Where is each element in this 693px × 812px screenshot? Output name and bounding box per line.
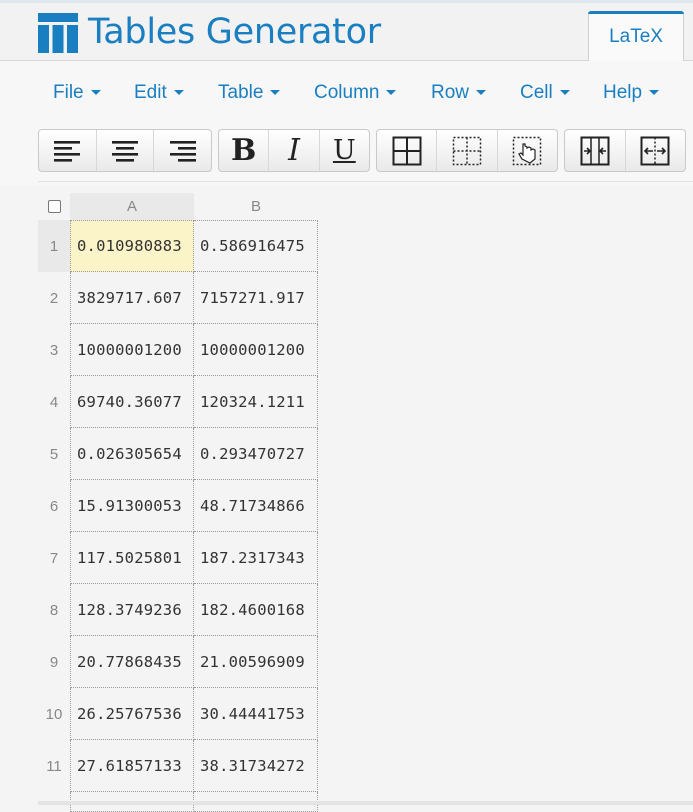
row-header[interactable]: 4 bbox=[38, 376, 70, 428]
table-cell[interactable]: 7157271.917 bbox=[194, 272, 318, 324]
borders-group bbox=[376, 129, 558, 172]
row-header[interactable]: 8 bbox=[38, 584, 70, 636]
table-cell[interactable]: 0.026305654 bbox=[70, 428, 194, 480]
table-cell[interactable]: 120324.1211 bbox=[194, 376, 318, 428]
row-header[interactable]: 2 bbox=[38, 272, 70, 324]
table-cell[interactable]: 48.71734866 bbox=[194, 480, 318, 532]
border-cursor-icon bbox=[513, 136, 542, 165]
bold-button[interactable]: B bbox=[219, 130, 270, 171]
menu-help[interactable]: Help bbox=[603, 82, 660, 104]
caret-down-icon bbox=[476, 90, 487, 96]
table-cell[interactable]: 182.4600168 bbox=[194, 584, 318, 636]
table-cell[interactable]: 38.31734272 bbox=[194, 740, 318, 792]
table-cell[interactable]: 10000001200 bbox=[194, 324, 318, 376]
table-cell[interactable]: 3829717.607 bbox=[70, 272, 194, 324]
table-cell[interactable]: 26.25767536 bbox=[70, 688, 194, 740]
select-all-corner[interactable] bbox=[38, 193, 70, 220]
column-header-a[interactable]: A bbox=[70, 193, 194, 220]
app-title: Tables Generator bbox=[88, 12, 381, 52]
tables-logo-icon bbox=[38, 13, 78, 53]
caret-down-icon bbox=[270, 90, 281, 96]
menu-row-label: Row bbox=[431, 82, 470, 103]
menu-cell[interactable]: Cell bbox=[520, 82, 570, 104]
table-cell[interactable]: 21.00596909 bbox=[194, 636, 318, 688]
caret-down-icon bbox=[386, 90, 397, 96]
table-cell[interactable]: 15.91300053 bbox=[70, 480, 194, 532]
row-header[interactable]: 1 bbox=[38, 220, 70, 272]
row-header[interactable]: 3 bbox=[38, 324, 70, 376]
underline-button[interactable]: U bbox=[320, 130, 369, 171]
merge-cells-icon bbox=[580, 136, 610, 165]
row-header[interactable]: 11 bbox=[38, 740, 70, 792]
table-cell[interactable]: 0.586916475 bbox=[194, 220, 318, 272]
menu-column[interactable]: Column bbox=[314, 82, 397, 104]
table-cell[interactable]: 20.77868435 bbox=[70, 636, 194, 688]
column-header-b[interactable]: B bbox=[194, 193, 318, 220]
bold-icon: B bbox=[230, 132, 257, 168]
menu-table[interactable]: Table bbox=[218, 82, 281, 104]
table-cell[interactable]: 69740.36077 bbox=[70, 376, 194, 428]
align-center-button[interactable] bbox=[97, 130, 155, 171]
underline-icon: U bbox=[332, 135, 356, 166]
italic-button[interactable]: I bbox=[269, 130, 320, 171]
table-cell[interactable]: 0.010980883 bbox=[70, 220, 194, 272]
menu-bar: File Edit Table Column Row Cell Help bbox=[0, 61, 693, 123]
caret-down-icon bbox=[90, 90, 101, 96]
all-borders-icon bbox=[392, 136, 422, 165]
toolbar: B I U bbox=[0, 123, 693, 185]
align-right-icon bbox=[169, 140, 196, 162]
menu-row[interactable]: Row bbox=[431, 82, 487, 104]
table-cell[interactable]: 30.44441753 bbox=[194, 688, 318, 740]
caret-down-icon bbox=[649, 90, 660, 96]
alignment-group bbox=[38, 129, 212, 172]
row-header[interactable]: 10 bbox=[38, 688, 70, 740]
menu-edit-label: Edit bbox=[134, 82, 167, 103]
menu-help-label: Help bbox=[603, 82, 643, 103]
menu-file-label: File bbox=[53, 82, 84, 103]
checkbox-icon bbox=[47, 200, 61, 213]
align-right-button[interactable] bbox=[154, 130, 211, 171]
toolbar-divider bbox=[38, 181, 693, 182]
merge-group bbox=[564, 129, 686, 172]
split-cells-icon bbox=[640, 136, 670, 165]
row-header[interactable]: 6 bbox=[38, 480, 70, 532]
inner-borders-button[interactable] bbox=[437, 130, 498, 171]
table-cell[interactable]: 117.5025801 bbox=[70, 532, 194, 584]
split-cells-button[interactable] bbox=[626, 130, 686, 171]
table-cell[interactable]: 187.2317343 bbox=[194, 532, 318, 584]
italic-icon: I bbox=[288, 132, 300, 168]
table-cell[interactable]: 128.3749236 bbox=[70, 584, 194, 636]
border-cursor-button[interactable] bbox=[498, 130, 557, 171]
menu-cell-label: Cell bbox=[520, 82, 553, 103]
app-header: Tables Generator LaTeX bbox=[0, 3, 693, 61]
tab-latex[interactable]: LaTeX bbox=[588, 11, 684, 61]
align-center-icon bbox=[112, 140, 138, 162]
table-cell[interactable]: 27.61857133 bbox=[70, 740, 194, 792]
align-left-button[interactable] bbox=[39, 130, 97, 171]
table-cell[interactable]: 0.293470727 bbox=[194, 428, 318, 480]
row-header[interactable]: 9 bbox=[38, 636, 70, 688]
menu-file[interactable]: File bbox=[53, 82, 101, 104]
table-cell[interactable]: 10000001200 bbox=[70, 324, 194, 376]
bottom-scroll-edge bbox=[38, 801, 693, 805]
format-group: B I U bbox=[218, 129, 370, 172]
caret-down-icon bbox=[173, 90, 184, 96]
row-header[interactable]: 7 bbox=[38, 532, 70, 584]
menu-edit[interactable]: Edit bbox=[134, 82, 184, 104]
all-borders-button[interactable] bbox=[377, 130, 438, 171]
inner-borders-icon bbox=[452, 136, 482, 165]
menu-table-label: Table bbox=[218, 82, 264, 103]
caret-down-icon bbox=[559, 90, 570, 96]
align-left-icon bbox=[54, 140, 81, 162]
menu-column-label: Column bbox=[314, 82, 380, 103]
merge-cells-button[interactable] bbox=[565, 130, 626, 171]
row-header[interactable]: 5 bbox=[38, 428, 70, 480]
